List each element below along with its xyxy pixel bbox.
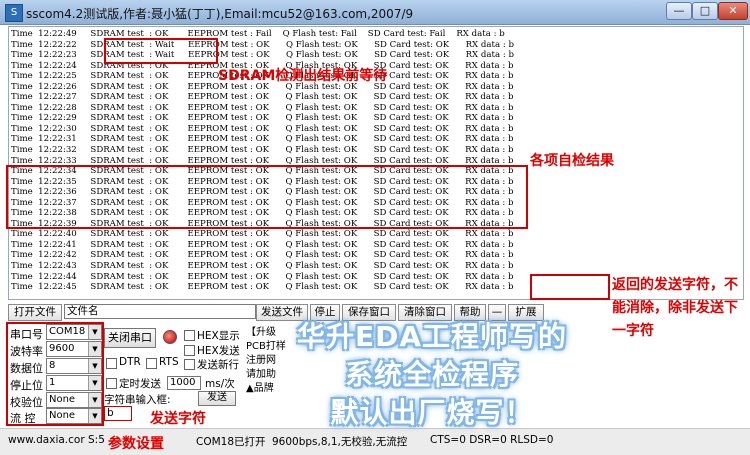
status-website[interactable]: www.daxia.cor — [8, 434, 85, 446]
interval-input[interactable]: 1000 — [167, 376, 201, 390]
log-line: Time 12:22:29 SDRAM test : OK EEPROM tes… — [11, 113, 514, 124]
close-button[interactable]: ✕ — [718, 2, 748, 20]
log-line: Time 12:22:40 SDRAM test : OK EEPROM tes… — [11, 229, 514, 240]
log-line: Time 12:22:23 SDRAM test : Wait EEPROM t… — [11, 50, 514, 61]
log-line: Time 12:22:27 SDRAM test : OK EEPROM tes… — [11, 92, 514, 103]
log-line: Time 12:22:43 SDRAM test : OK EEPROM tes… — [11, 261, 514, 272]
hex-send-label: HEX发送 — [197, 345, 240, 357]
log-line: Time 12:22:22 SDRAM test : Wait EEPROM t… — [11, 39, 514, 50]
log-line: Time 12:22:28 SDRAM test : OK EEPROM tes… — [11, 102, 514, 113]
annotation-box-params — [6, 322, 104, 426]
timed-send-checkbox[interactable] — [106, 378, 117, 389]
app-icon: S — [5, 4, 23, 22]
title-bar: S sscom4.2测试版,作者:聂小猛(丁丁),Email:mcu52@163… — [0, 0, 750, 25]
annotation-sdram-wait: SDRAM检测出结果前等待 — [218, 68, 388, 84]
window-title: sscom4.2测试版,作者:聂小猛(丁丁),Email:mcu52@163.c… — [26, 7, 414, 21]
minimize-button[interactable]: — — [666, 2, 692, 20]
annotation-box-return-char — [530, 274, 610, 300]
send-newline-checkbox[interactable] — [184, 359, 195, 370]
log-line: Time 12:22:31 SDRAM test : OK EEPROM tes… — [11, 134, 514, 145]
timed-send-label: 定时发送 — [119, 378, 161, 390]
log-line: Time 12:22:41 SDRAM test : OK EEPROM tes… — [11, 239, 514, 250]
annotation-box-self-test — [6, 165, 528, 229]
annotation-return-char: 返回的发送字符，不能消除，除非发送下一字符 — [612, 277, 738, 339]
watermark-line-1: 华升EDA工程师写的 — [296, 320, 568, 353]
char-input-field[interactable]: b — [104, 406, 132, 421]
send-button[interactable]: 发送 — [198, 391, 236, 406]
hex-display-checkbox[interactable] — [184, 330, 195, 341]
log-line: Time 12:22:30 SDRAM test : OK EEPROM tes… — [11, 123, 514, 134]
annotation-self-test: 各项自检结果 — [530, 153, 614, 169]
log-line: Time 12:22:42 SDRAM test : OK EEPROM tes… — [11, 250, 514, 261]
dtr-checkbox[interactable] — [106, 358, 117, 369]
status-send-count: S:5 — [88, 434, 105, 446]
rts-label: RTS — [159, 356, 179, 368]
file-name-input[interactable]: 文件名 — [64, 304, 256, 319]
hex-display-label: HEX显示 — [197, 330, 240, 342]
log-line: Time 12:22:49 SDRAM test : OK EEPROM tes… — [11, 29, 505, 39]
send-newline-label: 发送新行 — [197, 359, 239, 371]
promo-watermark: 华升EDA工程师写的 系统全检程序 默认出厂烧写！ — [262, 318, 602, 432]
log-line: Time 12:22:32 SDRAM test : OK EEPROM tes… — [11, 145, 514, 156]
watermark-line-3: 默认出厂烧写！ — [330, 396, 534, 429]
dtr-label: DTR — [119, 356, 141, 368]
port-status-led-icon — [163, 330, 177, 344]
interval-unit-label: ms/次 — [205, 378, 235, 390]
open-file-button[interactable]: 打开文件 — [8, 304, 62, 321]
maximize-button[interactable]: □ — [692, 2, 718, 20]
hex-send-checkbox[interactable] — [184, 345, 195, 356]
log-line: Time 12:22:45 SDRAM test : OK EEPROM tes… — [11, 282, 514, 293]
annotation-box-sdram-wait — [104, 38, 218, 64]
status-params: 9600bps,8,1,无校验,无流控 — [272, 436, 408, 448]
status-port: COM18已打开 — [196, 436, 266, 448]
char-input-label: 字符串输入框: — [104, 394, 171, 406]
rts-checkbox[interactable] — [146, 358, 157, 369]
open-port-button[interactable]: 关闭串口 — [104, 328, 156, 348]
watermark-line-2: 系统全检程序 — [344, 358, 519, 391]
annotation-send-char: 发送字符 — [150, 411, 206, 427]
status-lines: CTS=0 DSR=0 RLSD=0 — [430, 434, 554, 446]
annotation-param-settings: 参数设置 — [108, 436, 164, 452]
log-line: Time 12:22:44 SDRAM test : OK EEPROM tes… — [11, 271, 514, 282]
